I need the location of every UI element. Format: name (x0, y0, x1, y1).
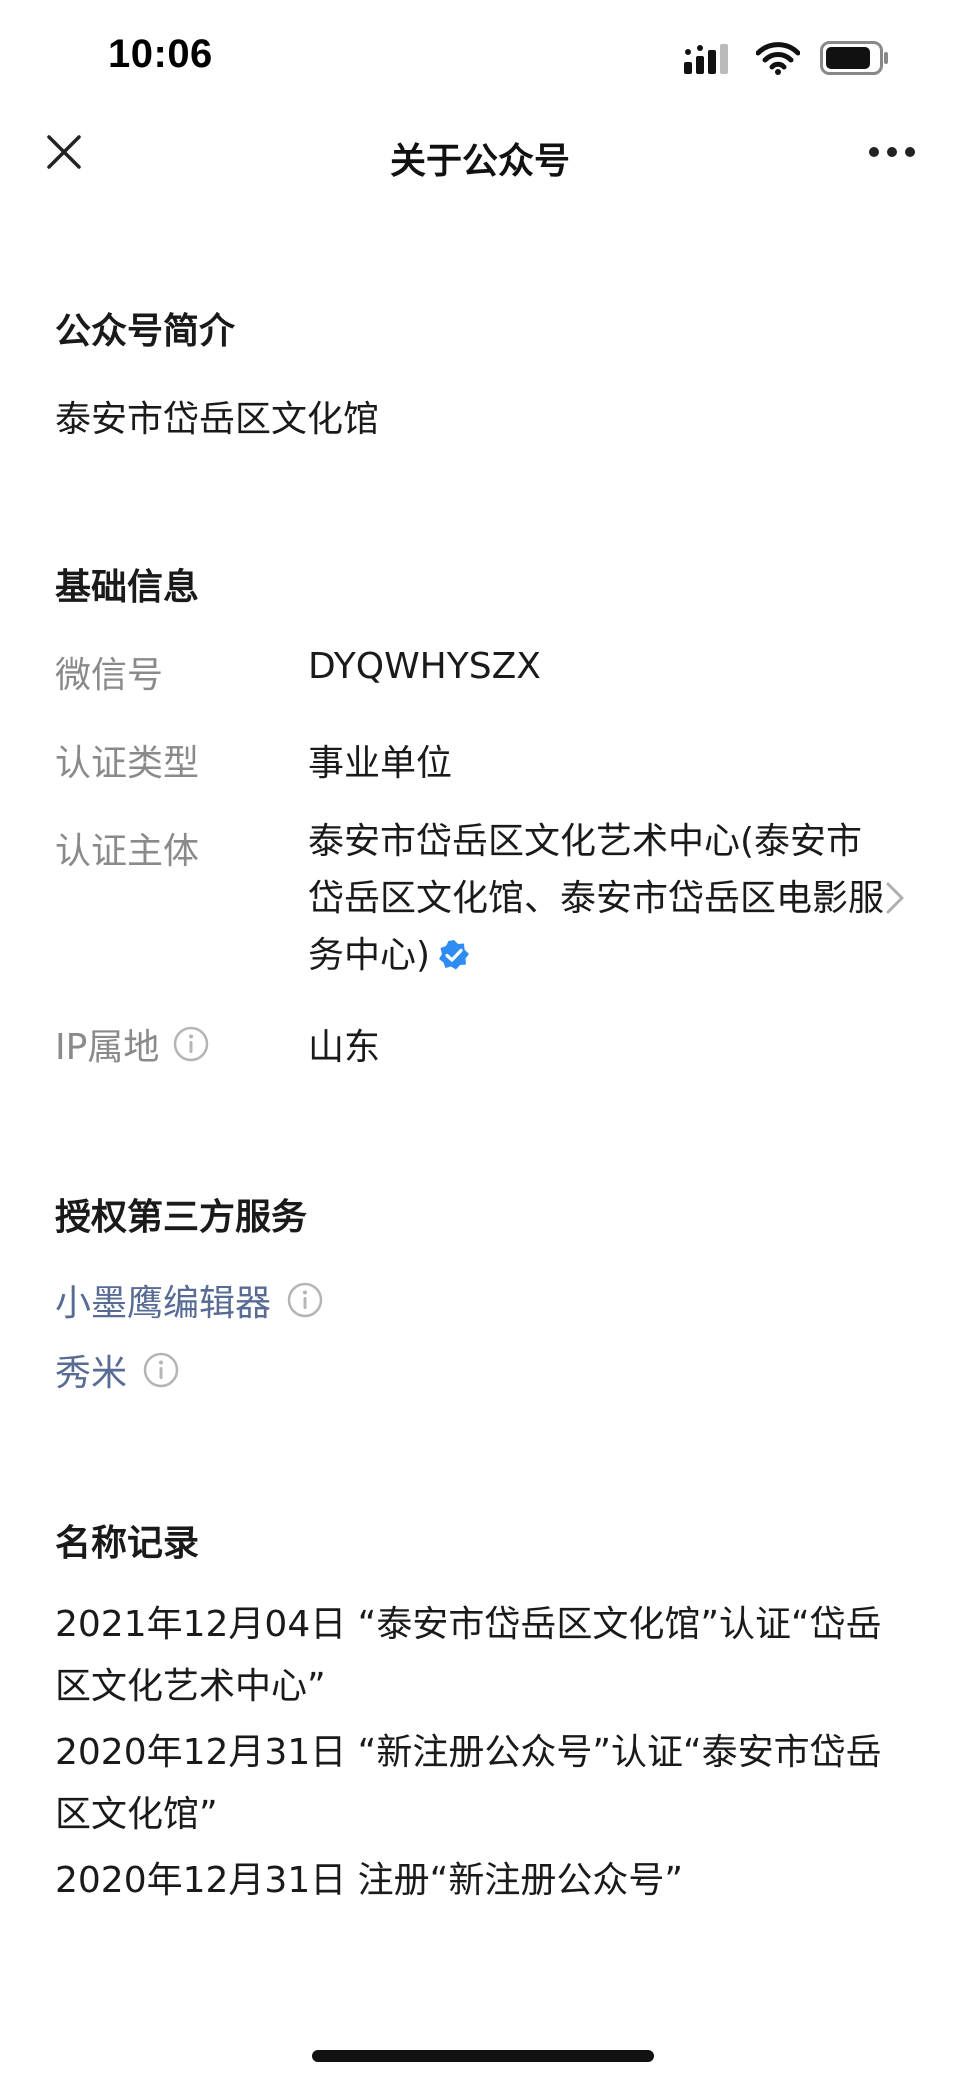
cert-subject-row[interactable]: 泰安市岱岳区文化艺术中心(泰安市岱岳区文化馆、泰安市岱岳区电影服务中心) (308, 813, 898, 984)
cert-type-label-text: 认证类型 (55, 743, 200, 784)
page-title: 关于公众号 (389, 141, 570, 182)
intro-heading: 公众号简介 (55, 311, 236, 352)
ip-label: IP属地 (55, 1018, 209, 1070)
info-icon[interactable] (173, 1026, 209, 1062)
ip-label-text: IP属地 (55, 1027, 160, 1068)
cert-subject-value: 泰安市岱岳区文化艺术中心(泰安市岱岳区文化馆、泰安市岱岳区电影服务中心) (308, 821, 885, 976)
name-record: 2021年12月04日 “泰安市岱岳区文化馆”认证“岱岳区文化艺术中心” (55, 1604, 882, 1707)
wechat-id-value: DYQWHYSZX (308, 646, 541, 687)
chevron-right-icon[interactable] (880, 878, 910, 918)
wechat-id-label-text: 微信号 (55, 655, 164, 696)
about-official-account-page: 10:06 关于公众号 公众号简介 泰安市岱岳区文化馆 基础信息 微信号 DYQ… (0, 0, 960, 2077)
ip-value: 山东 (308, 1027, 381, 1068)
service-item[interactable]: 小墨鹰编辑器 (55, 1274, 323, 1326)
more-icon (869, 147, 915, 157)
signal-icon (684, 44, 728, 74)
cert-type-value: 事业单位 (308, 743, 453, 784)
name-record: 2020年12月31日 “新注册公众号”认证“泰安市岱岳区文化馆” (55, 1732, 882, 1835)
status-icons (684, 38, 890, 78)
basic-info-heading: 基础信息 (55, 567, 200, 608)
status-time: 10:06 (108, 32, 213, 76)
home-indicator[interactable] (312, 2050, 654, 2062)
name-history-heading: 名称记录 (55, 1523, 200, 1564)
service-item[interactable]: 秀米 (55, 1344, 179, 1396)
more-button[interactable] (864, 132, 920, 172)
cert-type-label: 认证类型 (55, 734, 199, 786)
info-icon[interactable] (143, 1352, 179, 1388)
service-name[interactable]: 小墨鹰编辑器 (55, 1274, 271, 1326)
verified-badge-icon (439, 940, 470, 970)
name-record: 2020年12月31日 注册“新注册公众号” (55, 1860, 683, 1901)
cert-subject-label-text: 认证主体 (55, 831, 200, 872)
status-bar: 10:06 (0, 0, 960, 110)
third-party-heading: 授权第三方服务 (55, 1197, 308, 1238)
battery-icon (820, 41, 888, 75)
intro-text: 泰安市岱岳区文化馆 (55, 399, 380, 440)
service-name[interactable]: 秀米 (55, 1344, 127, 1396)
info-icon[interactable] (287, 1282, 323, 1318)
nav-bar: 关于公众号 (0, 110, 960, 200)
wechat-id-label: 微信号 (55, 646, 163, 698)
cert-subject-label: 认证主体 (55, 822, 199, 874)
wifi-icon (756, 42, 800, 75)
